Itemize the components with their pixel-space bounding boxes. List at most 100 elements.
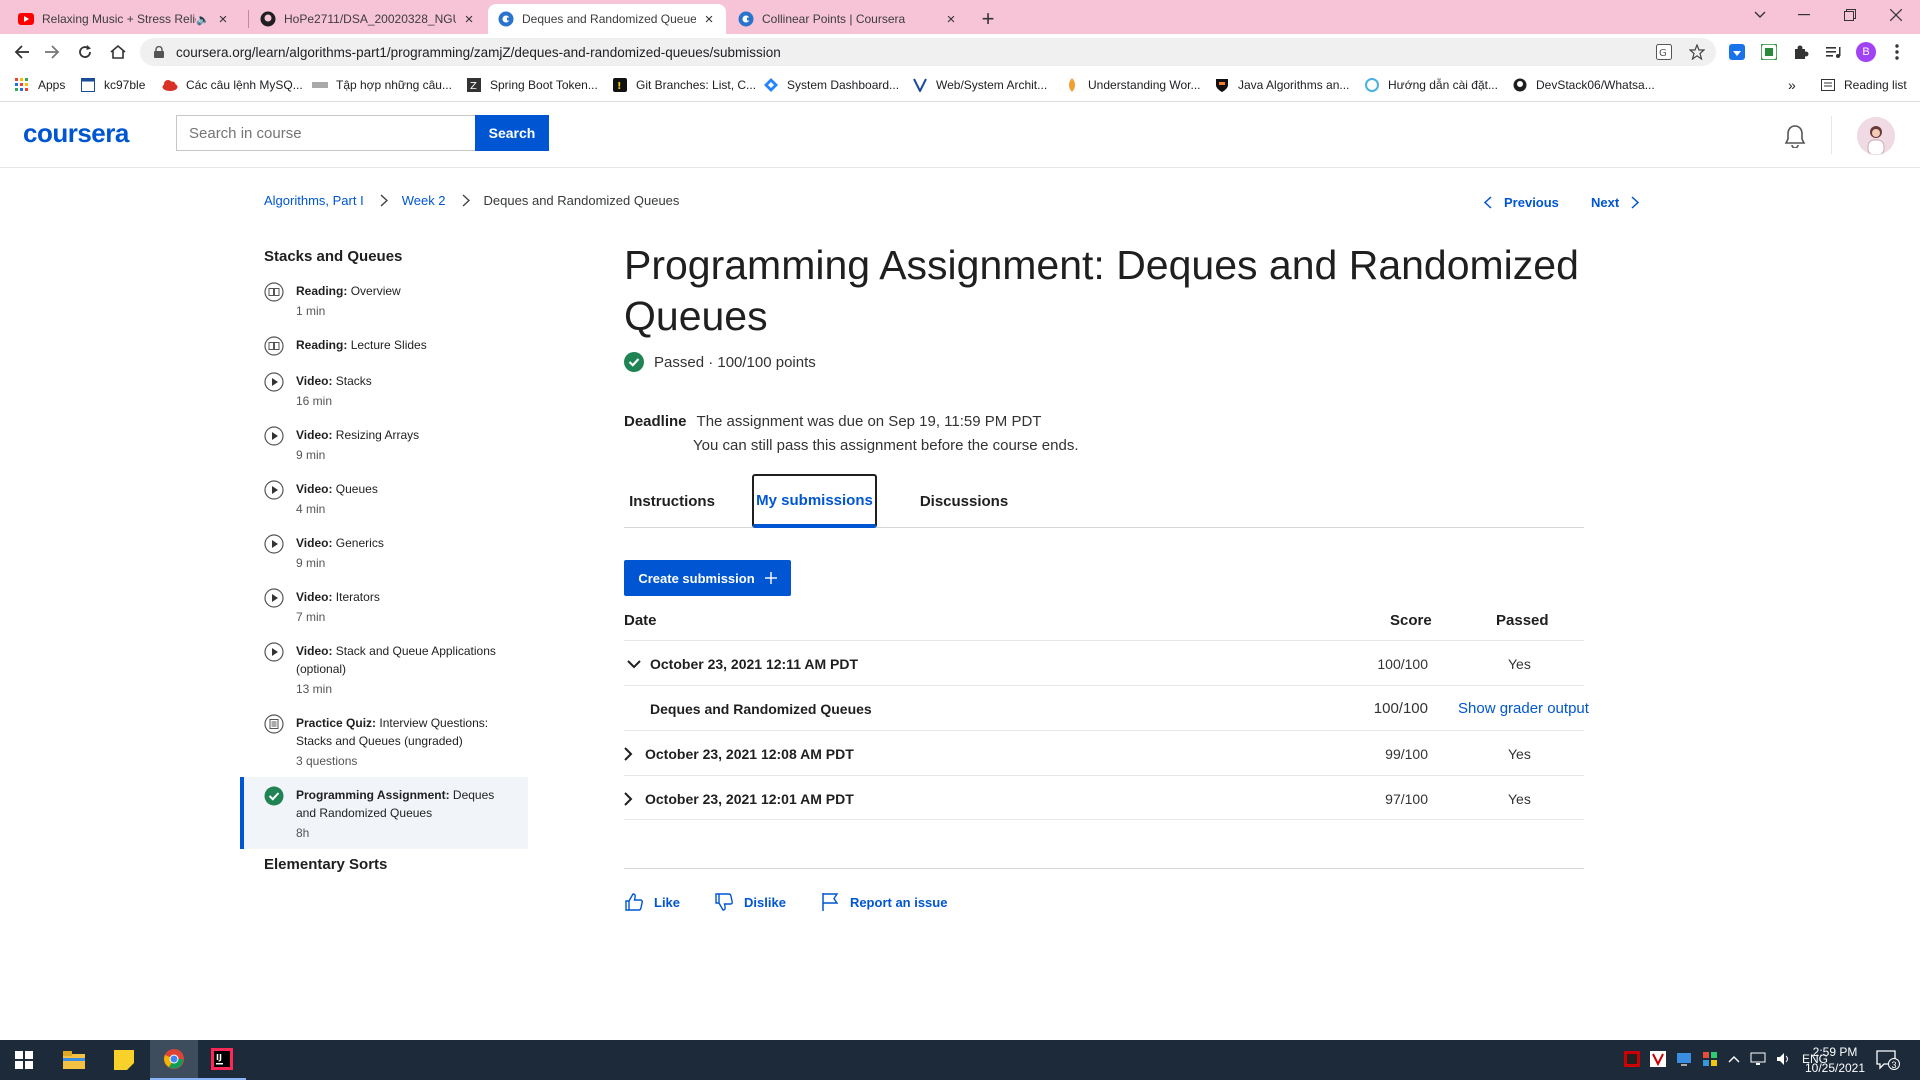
section-title[interactable]: Stacks and Queues (264, 248, 402, 265)
close-window-button[interactable] (1876, 2, 1916, 28)
tray-security-icon[interactable] (1702, 1051, 1718, 1067)
chevron-right-icon[interactable] (624, 744, 644, 764)
coursera-logo[interactable]: coursera (23, 118, 129, 149)
windows-start-icon[interactable] (0, 1040, 48, 1080)
next-section-title[interactable]: Elementary Sorts (264, 856, 387, 873)
translate-icon[interactable]: G (1655, 43, 1673, 61)
extensions-puzzle-icon[interactable] (1792, 43, 1810, 61)
table-row[interactable]: October 23, 2021 12:08 AM PDT 99/100 Yes (624, 730, 1584, 775)
table-subrow: Deques and Randomized Queues 100/100 Sho… (624, 685, 1589, 730)
close-tab-icon[interactable]: × (216, 11, 230, 28)
extension-evernote-icon[interactable] (1760, 43, 1778, 61)
taskbar: IJ ENG 2:59 PM 10/25/2021 3 (0, 1040, 1920, 1080)
like-button[interactable]: Like (624, 892, 680, 912)
svg-text:Z: Z (470, 81, 477, 92)
check-circle-icon (624, 352, 644, 372)
breadcrumb-course[interactable]: Algorithms, Part I (264, 193, 364, 208)
reload-button[interactable] (73, 40, 97, 64)
breadcrumb-current: Deques and Randomized Queues (483, 193, 680, 208)
bookmarks-bar: Apps kc97ble Các câu lệnh MySQ... Tập hợ… (0, 70, 1920, 102)
close-tab-icon[interactable]: × (462, 11, 476, 28)
forward-button[interactable] (40, 40, 64, 64)
home-button[interactable] (106, 40, 130, 64)
tab-my-submissions[interactable]: My submissions (752, 474, 877, 528)
bookmark-huong-dan[interactable]: Hướng dẫn cài đặt... (1364, 77, 1498, 93)
site-icon (1364, 77, 1380, 93)
play-icon (264, 480, 284, 500)
network-icon[interactable] (1750, 1052, 1766, 1066)
bookmark-web-system[interactable]: Web/System Archit... (912, 77, 1047, 93)
browser-tab-youtube[interactable]: Relaxing Music + Stress Relie 🔈 × (8, 4, 240, 34)
bookmark-star-icon[interactable] (1688, 43, 1706, 61)
svg-text:IJ: IJ (216, 1053, 222, 1062)
profile-avatar[interactable]: B (1856, 42, 1876, 62)
chevron-up-icon[interactable] (1728, 1055, 1740, 1063)
new-tab-button[interactable]: + (976, 6, 1000, 32)
main-content: Programming Assignment: Deques and Rando… (624, 240, 1589, 911)
table-row[interactable]: October 23, 2021 12:01 AM PDT 97/100 Yes (624, 775, 1584, 820)
github-icon (260, 11, 276, 27)
bookmark-understanding[interactable]: Understanding Wor... (1064, 77, 1201, 93)
breadcrumb-week[interactable]: Week 2 (402, 193, 446, 208)
file-explorer-icon[interactable] (50, 1040, 98, 1080)
tray-app-icon[interactable] (1624, 1051, 1640, 1067)
media-control-icon[interactable] (1824, 43, 1842, 61)
bookmark-tap-hop[interactable]: Tập hợp những câu... (312, 77, 452, 93)
address-bar[interactable]: coursera.org/learn/algorithms-part1/prog… (140, 38, 1716, 66)
divider (624, 868, 1584, 869)
bookmark-devstack[interactable]: DevStack06/Whatsa... (1512, 77, 1655, 93)
system-tray: ENG (1624, 1051, 1828, 1067)
browser-tab-github[interactable]: HoPe2711/DSA_20020328_NGUY × (250, 4, 486, 34)
deadline-note: You can still pass this assignment befor… (693, 437, 1079, 454)
intellij-idea-icon[interactable]: IJ (198, 1040, 246, 1080)
chevron-right-icon[interactable] (624, 789, 644, 809)
bookmark-java-algorithms[interactable]: Java Algorithms an... (1214, 77, 1349, 93)
notification-count: 3 (1888, 1058, 1900, 1070)
close-tab-icon[interactable]: × (702, 11, 716, 28)
clock[interactable]: 2:59 PM 10/25/2021 (1800, 1044, 1870, 1076)
chrome-taskbar-icon[interactable] (150, 1040, 198, 1080)
close-tab-icon[interactable]: × (944, 11, 958, 28)
tray-display-icon[interactable] (1676, 1051, 1692, 1067)
lock-icon[interactable] (154, 46, 164, 58)
search-input[interactable] (176, 115, 476, 151)
previous-button[interactable]: Previous (1484, 195, 1559, 210)
extension-download-icon[interactable] (1728, 43, 1746, 61)
bookmark-git-branches[interactable]: ! Git Branches: List, C... (612, 77, 756, 93)
tray-vivaldi-icon[interactable] (1650, 1051, 1666, 1067)
dislike-button[interactable]: Dislike (714, 892, 786, 912)
create-submission-button[interactable]: Create submission (624, 560, 791, 596)
search-button[interactable]: Search (475, 115, 549, 151)
sticky-notes-icon[interactable] (100, 1040, 148, 1080)
bookmarks-overflow[interactable]: » (1788, 77, 1796, 93)
report-issue-button[interactable]: Report an issue (820, 892, 947, 912)
reading-list[interactable]: Reading list (1820, 77, 1907, 93)
show-grader-output-link[interactable]: Show grader output (1458, 686, 1589, 731)
minimize-button[interactable] (1784, 2, 1824, 28)
restore-button[interactable] (1830, 2, 1870, 28)
site-icon (312, 77, 328, 93)
user-avatar[interactable] (1857, 117, 1895, 155)
url-text[interactable]: coursera.org/learn/algorithms-part1/prog… (176, 45, 781, 60)
notification-center-icon[interactable]: 3 (1876, 1050, 1900, 1070)
bookmark-kc97ble[interactable]: kc97ble (80, 77, 145, 93)
tab-search-icon[interactable] (1740, 2, 1780, 28)
speaker-icon[interactable]: 🔈 (196, 13, 210, 26)
bookmark-spring-boot[interactable]: Z Spring Boot Token... (466, 77, 598, 93)
table-row[interactable]: October 23, 2021 12:11 AM PDT 100/100 Ye… (624, 640, 1584, 685)
browser-tab-collinear[interactable]: Collinear Points | Coursera × (728, 4, 968, 34)
bookmark-mysql[interactable]: Các câu lệnh MySQ... (162, 77, 303, 93)
github-icon (1512, 77, 1528, 93)
tab-instructions[interactable]: Instructions (624, 474, 720, 528)
bookmark-apps[interactable]: Apps (14, 77, 65, 93)
browser-tab-deques[interactable]: Deques and Randomized Queue × (488, 4, 726, 34)
back-button[interactable] (10, 40, 34, 64)
quiz-icon (264, 714, 284, 734)
bookmark-system-dashboard[interactable]: System Dashboard... (763, 77, 899, 93)
volume-icon[interactable] (1776, 1052, 1792, 1066)
notification-bell-icon[interactable] (1784, 124, 1806, 148)
tab-discussions[interactable]: Discussions (908, 474, 1020, 528)
browser-menu-icon[interactable] (1888, 43, 1906, 61)
next-button[interactable]: Next (1591, 195, 1640, 210)
chevron-down-icon[interactable] (624, 654, 644, 674)
